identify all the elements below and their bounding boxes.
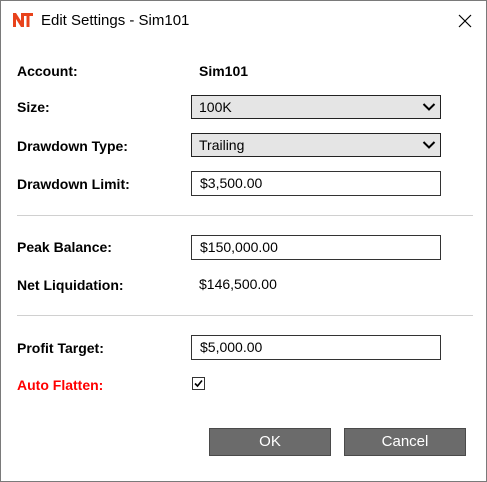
drawdown-limit-label: Drawdown Limit: <box>17 176 130 192</box>
drawdown-limit-input[interactable]: $3,500.00 <box>191 171 441 196</box>
section-divider <box>17 315 473 316</box>
cancel-button[interactable]: Cancel <box>344 428 466 456</box>
size-select-value: 100K <box>199 99 232 115</box>
peak-balance-label: Peak Balance: <box>17 239 112 255</box>
account-value: Sim101 <box>199 63 249 79</box>
drawdown-type-select-value: Trailing <box>199 137 245 153</box>
title-bar: Edit Settings - Sim101 <box>1 1 486 41</box>
edit-settings-dialog: Edit Settings - Sim101 Account: Sim101 S… <box>0 0 487 482</box>
chevron-down-icon <box>422 141 436 149</box>
ninjatrader-logo-icon <box>13 13 33 27</box>
section-divider <box>17 215 473 216</box>
drawdown-type-select[interactable]: Trailing <box>191 133 441 157</box>
size-label: Size: <box>17 99 50 115</box>
ok-button[interactable]: OK <box>209 428 331 456</box>
size-select[interactable]: 100K <box>191 95 441 119</box>
checkmark-icon <box>194 379 203 388</box>
profit-target-label: Profit Target: <box>17 340 104 356</box>
profit-target-input[interactable]: $5,000.00 <box>191 335 441 360</box>
auto-flatten-label: Auto Flatten: <box>17 377 104 393</box>
net-liquidation-value: $146,500.00 <box>199 276 277 292</box>
auto-flatten-checkbox[interactable] <box>192 377 205 390</box>
peak-balance-input[interactable]: $150,000.00 <box>191 235 441 260</box>
net-liquidation-label: Net Liquidation: <box>17 277 124 293</box>
account-label: Account: <box>17 63 78 79</box>
window-title: Edit Settings - Sim101 <box>41 12 190 29</box>
chevron-down-icon <box>422 103 436 111</box>
drawdown-type-label: Drawdown Type: <box>17 138 128 154</box>
close-icon[interactable] <box>453 9 477 33</box>
